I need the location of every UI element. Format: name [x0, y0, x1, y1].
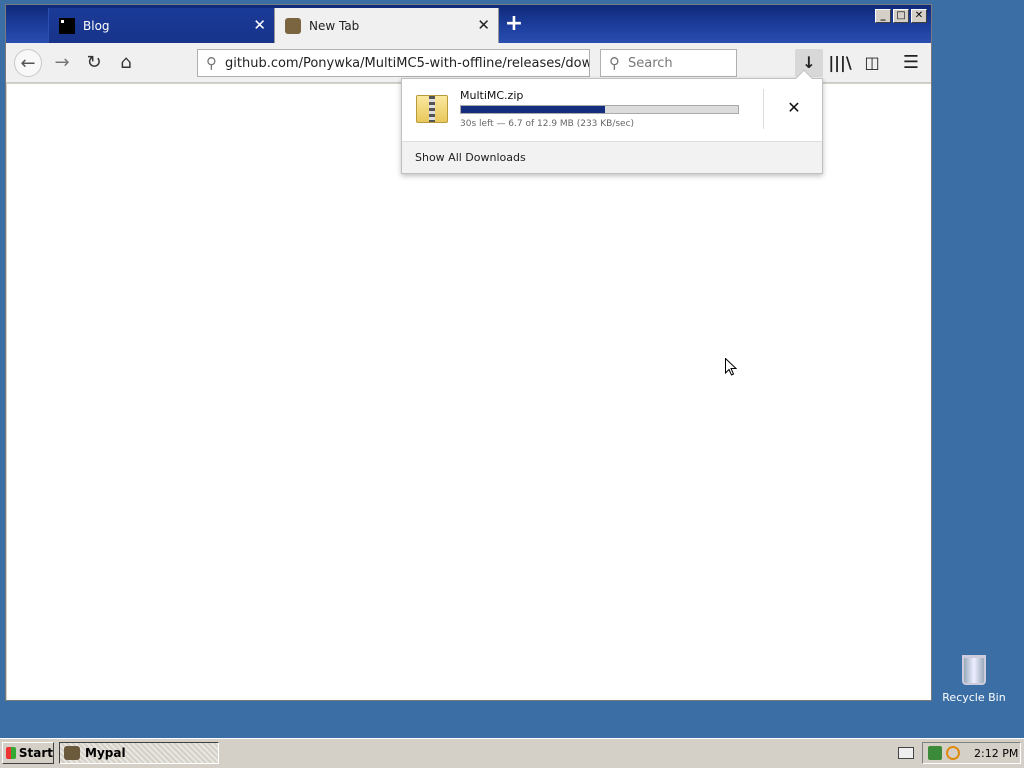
library-button[interactable]: |||\ — [826, 49, 854, 77]
tab-new-tab[interactable]: New Tab ✕ — [274, 8, 499, 43]
home-button[interactable]: ⌂ — [112, 49, 140, 77]
taskbar-item-mypal[interactable]: Mypal — [59, 742, 219, 764]
tab-strip: Blog ✕ New Tab ✕ + _ □ ✕ — [6, 5, 931, 43]
system-tray: 2:12 PM — [922, 742, 1021, 764]
tab-blog-close-icon[interactable]: ✕ — [253, 17, 266, 33]
mypal-icon — [64, 746, 80, 760]
start-button[interactable]: Start — [2, 742, 54, 764]
zip-file-icon — [416, 95, 448, 123]
download-item[interactable]: MultiMC.zip 30s left — 6.7 of 12.9 MB (2… — [402, 79, 822, 141]
clock[interactable]: 2:12 PM — [974, 747, 1018, 760]
search-tray-icon[interactable] — [946, 746, 960, 760]
downloads-panel: MultiMC.zip 30s left — 6.7 of 12.9 MB (2… — [401, 69, 823, 174]
download-status: 30s left — 6.7 of 12.9 MB (233 KB/sec) — [460, 119, 635, 129]
new-tab-button[interactable]: + — [504, 13, 524, 35]
sidebar-button[interactable]: ◫ — [858, 49, 886, 77]
maximize-button[interactable]: □ — [893, 9, 909, 23]
keyboard-icon[interactable] — [898, 747, 914, 759]
recycle-bin-label: Recycle Bin — [942, 691, 1006, 704]
close-window-button[interactable]: ✕ — [911, 9, 927, 23]
search-placeholder: Search — [628, 55, 673, 71]
window-controls: _ □ ✕ — [875, 9, 927, 23]
search-icon: ⚲ — [609, 54, 620, 72]
blog-favicon-icon — [59, 17, 75, 34]
windows-logo-icon — [6, 747, 16, 759]
minimize-button[interactable]: _ — [875, 9, 891, 23]
back-button[interactable]: ← — [14, 49, 42, 77]
download-progress-bar — [460, 105, 739, 114]
navigation-toolbar: ← → ↻ ⌂ ⚲ github.com/Ponywka/MultiMC5-wi… — [6, 43, 931, 83]
tab-new-tab-label: New Tab — [309, 18, 360, 33]
tab-new-tab-close-icon[interactable]: ✕ — [477, 17, 490, 33]
search-icon: ⚲ — [206, 54, 217, 72]
download-progress-fill — [461, 106, 606, 113]
download-filename: MultiMC.zip — [460, 89, 524, 102]
network-icon[interactable] — [928, 746, 942, 760]
taskbar-item-label: Mypal — [85, 746, 126, 760]
search-box[interactable]: ⚲ Search — [600, 49, 737, 77]
tab-blog[interactable]: Blog ✕ — [48, 8, 274, 43]
divider — [763, 89, 764, 129]
recycle-bin-shortcut[interactable]: Recycle Bin — [942, 655, 1006, 704]
cancel-download-button[interactable]: ✕ — [785, 98, 803, 118]
recycle-bin-icon — [962, 655, 986, 685]
tab-blog-label: Blog — [83, 18, 110, 33]
forward-button[interactable]: → — [48, 49, 76, 77]
start-label: Start — [18, 746, 53, 760]
menu-button[interactable]: ☰ — [897, 49, 925, 77]
mouse-pointer-icon — [725, 358, 737, 376]
show-all-downloads-button[interactable]: Show All Downloads — [402, 141, 822, 173]
url-bar[interactable]: ⚲ github.com/Ponywka/MultiMC5-with-offli… — [197, 49, 590, 77]
reload-button[interactable]: ↻ — [80, 49, 108, 77]
page-content — [7, 84, 931, 700]
url-text: github.com/Ponywka/MultiMC5-with-offline… — [225, 55, 590, 71]
mypal-favicon-icon — [285, 17, 301, 34]
taskbar: Start Mypal 2:12 PM — [0, 738, 1024, 768]
